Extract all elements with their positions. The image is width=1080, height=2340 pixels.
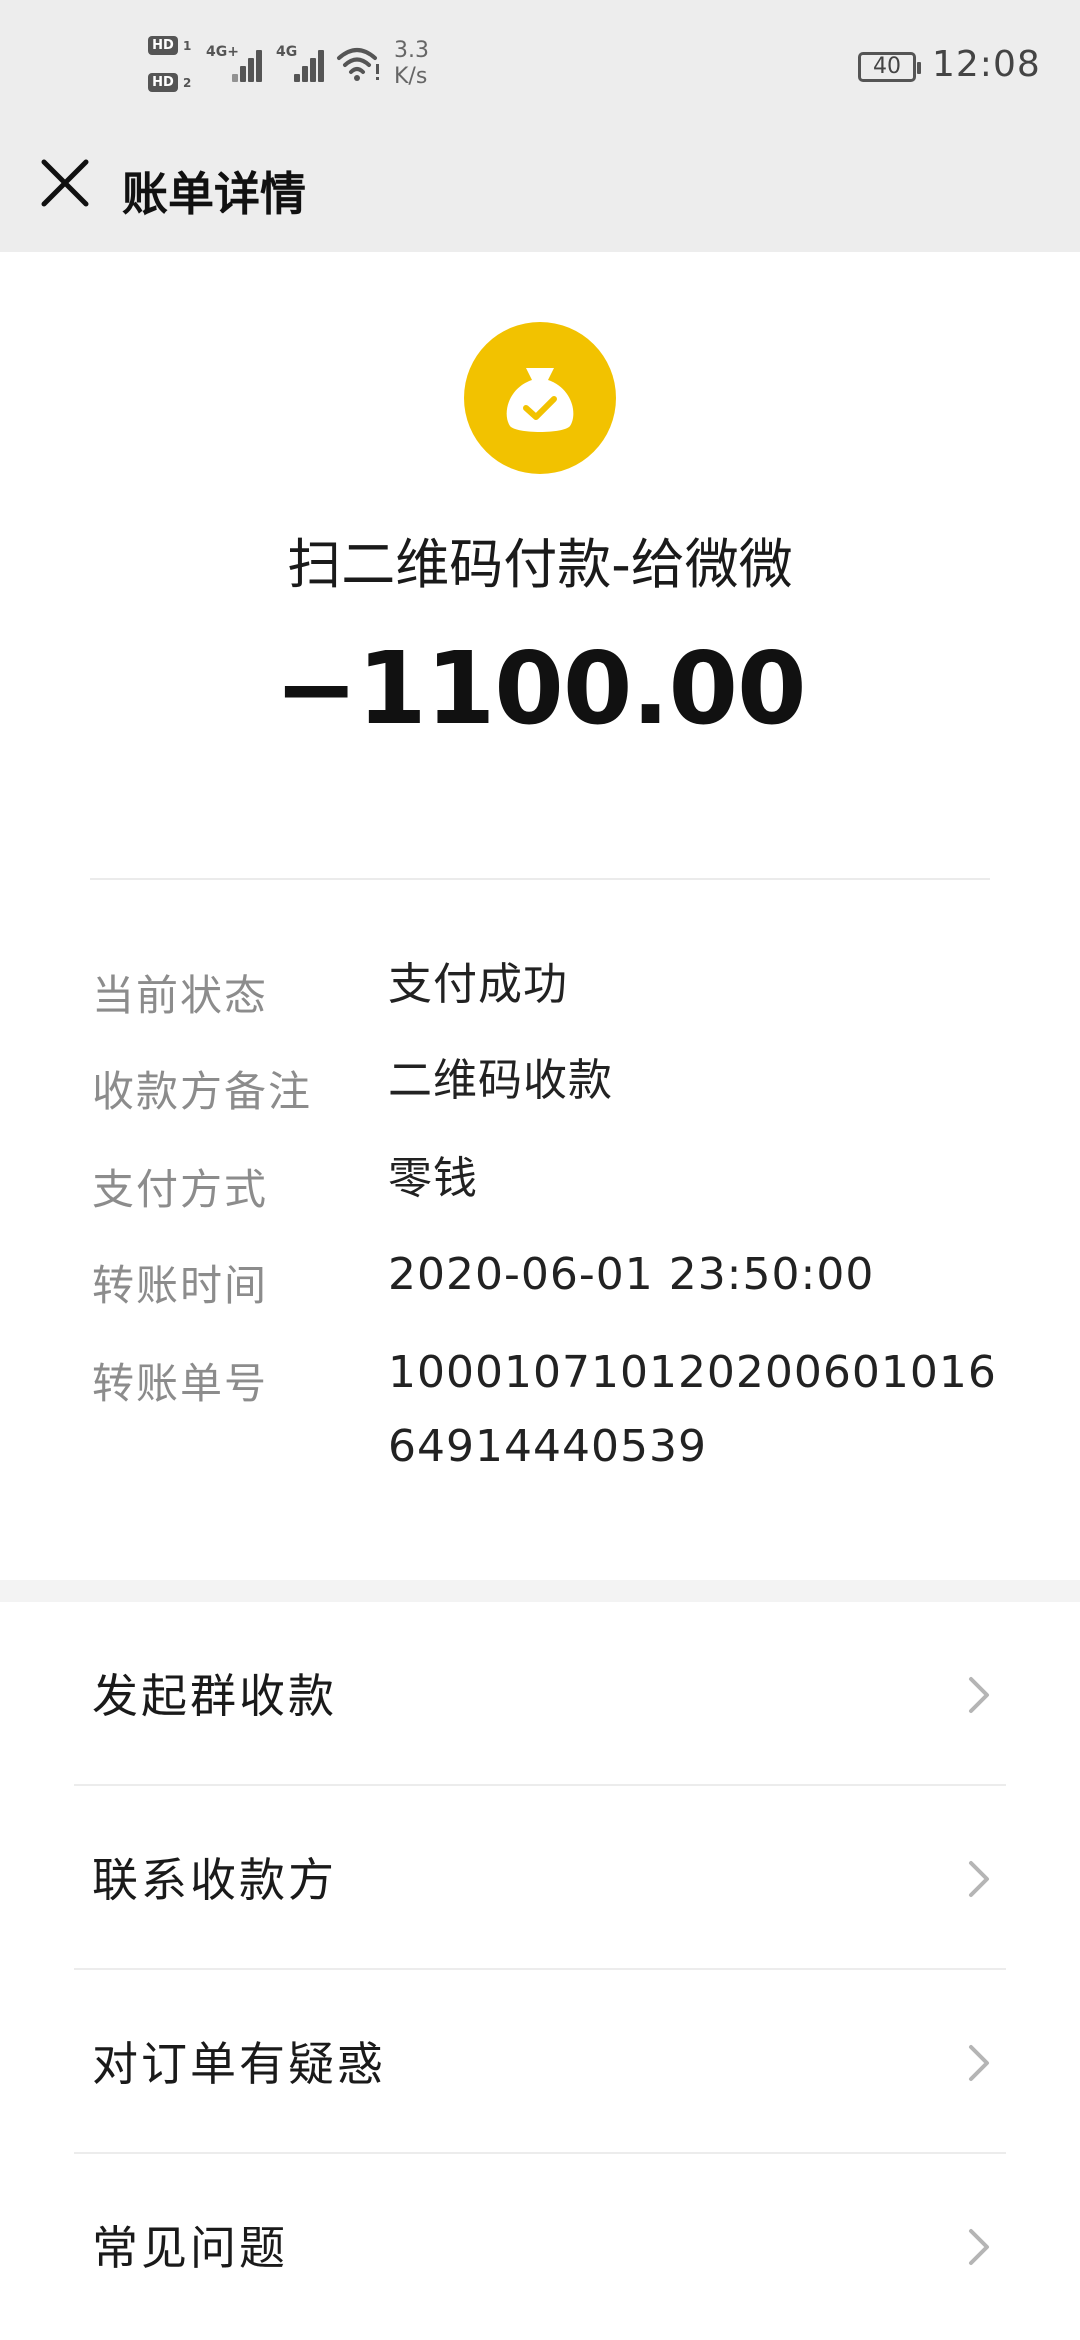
hd-indicators: HD 1 HD 2	[148, 36, 200, 98]
detail-value: 支付成功	[388, 959, 568, 1010]
hd2-sub: 2	[183, 76, 192, 90]
battery-indicator: 40	[858, 52, 921, 82]
menu-item-group-collect[interactable]: 发起群收款	[0, 1602, 1080, 1786]
signal-2-icon	[284, 44, 332, 82]
amount: −1100.00	[274, 630, 806, 747]
detail-label: 当前状态	[92, 971, 269, 1020]
payee-title: 扫二维码付款-给微微	[287, 533, 793, 596]
detail-label: 支付方式	[92, 1165, 269, 1214]
chevron-right-icon	[969, 2045, 989, 2081]
menu-item-label: 联系收款方	[92, 1853, 337, 1907]
signal-1-icon	[218, 44, 266, 82]
detail-label: 收款方备注	[92, 1067, 313, 1116]
chevron-right-icon	[969, 2229, 989, 2265]
hd2-badge: HD	[148, 73, 178, 92]
menu-item-order-question[interactable]: 对订单有疑惑	[0, 1970, 1080, 2154]
status-bar: HD 1 HD 2 4G+ 4G 3.3 K/s 40 12:08	[0, 0, 1080, 130]
hd1-sub: 1	[183, 39, 192, 53]
bill-details: 当前状态 支付成功 收款方备注 二维码收款 支付方式 零钱 转账时间 2020-…	[0, 880, 1080, 1580]
detail-value: 100010710120200601016 64914440539	[388, 1347, 997, 1472]
hd1-badge: HD	[148, 36, 178, 55]
network-speed: 3.3 K/s	[394, 38, 429, 90]
title-bar: 账单详情	[0, 130, 1080, 252]
menu-item-faq[interactable]: 常见问题	[0, 2154, 1080, 2338]
menu-item-label: 对订单有疑惑	[92, 2037, 386, 2091]
page-title: 账单详情	[122, 167, 306, 221]
menu-item-label: 常见问题	[92, 2221, 288, 2275]
wifi-icon	[337, 48, 379, 81]
detail-value: 2020-06-01 23:50:00	[388, 1249, 875, 1300]
speed-value: 3.3	[394, 38, 429, 63]
detail-value: 零钱	[388, 1153, 478, 1204]
detail-label: 转账单号	[92, 1359, 269, 1408]
chevron-right-icon	[969, 1677, 989, 1713]
close-icon[interactable]	[34, 152, 96, 214]
section-spacer	[0, 1580, 1080, 1602]
detail-value: 二维码收款	[388, 1055, 613, 1106]
clock: 12:08	[932, 44, 1041, 85]
menu-item-contact-payee[interactable]: 联系收款方	[0, 1786, 1080, 1970]
money-bag-check-icon	[464, 322, 616, 474]
speed-unit: K/s	[394, 64, 428, 89]
detail-label: 转账时间	[92, 1261, 269, 1310]
menu-item-label: 发起群收款	[92, 1669, 337, 1723]
chevron-right-icon	[969, 1861, 989, 1897]
bill-header: 扫二维码付款-给微微 −1100.00	[0, 252, 1080, 880]
